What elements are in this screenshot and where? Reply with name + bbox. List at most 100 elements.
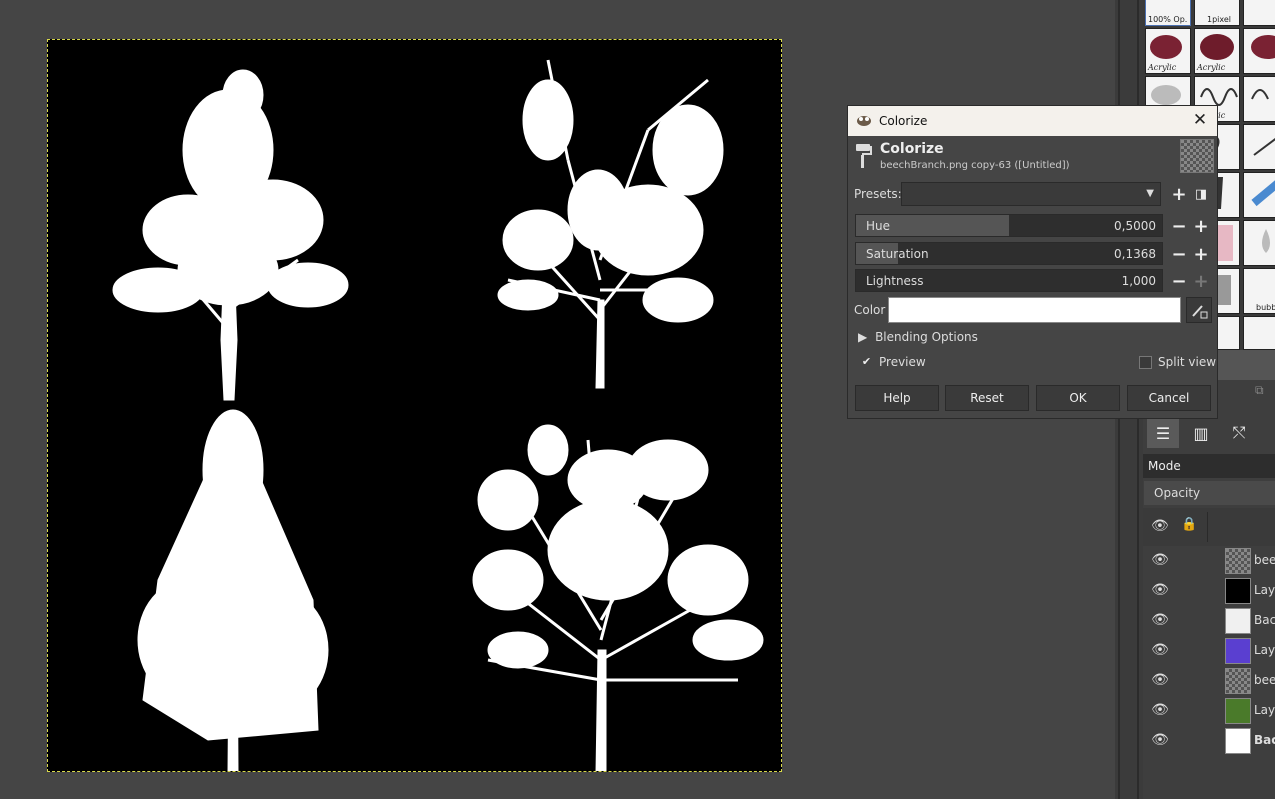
layer-name: beec — [1254, 673, 1275, 687]
brush-stroke-icon — [1200, 34, 1234, 60]
cancel-button[interactable]: Cancel — [1127, 385, 1211, 411]
paths-icon: ⤲ — [1232, 423, 1246, 442]
dialog-titlebar[interactable]: Colorize ✕ — [848, 106, 1217, 136]
eyedropper-icon — [1192, 305, 1208, 319]
brush-label: bubb — [1256, 303, 1275, 312]
layer-row[interactable]: 👁 beec — [1143, 546, 1275, 576]
brush-label: 1pixel — [1207, 15, 1232, 24]
brush-item[interactable] — [1243, 220, 1275, 266]
tree-4 — [472, 424, 764, 771]
visibility-eye-icon[interactable]: 👁 — [1151, 642, 1169, 660]
add-preset-icon[interactable]: + — [1169, 184, 1189, 205]
visibility-eye-icon[interactable]: 👁 — [1151, 702, 1169, 720]
preview-checkbox[interactable]: ✔ — [860, 356, 873, 369]
visibility-eye-icon[interactable]: 👁 — [1151, 612, 1169, 630]
presets-label: Presets: — [854, 187, 902, 201]
layer-thumbnail — [1225, 638, 1251, 664]
visibility-eye-icon[interactable]: 👁 — [1151, 582, 1169, 600]
presets-dropdown[interactable]: ▼ — [901, 182, 1161, 206]
layer-row[interactable]: 👁 Laye — [1143, 696, 1275, 726]
brush-item[interactable]: Acrylic — [1145, 28, 1191, 74]
preset-menu-icon[interactable]: ◨ — [1191, 184, 1211, 204]
layer-name: Back — [1254, 613, 1275, 627]
visibility-eye-icon[interactable]: 👁 — [1151, 552, 1169, 570]
visibility-eye-icon[interactable]: 👁 — [1151, 732, 1169, 750]
expand-triangle-icon: ▶ — [858, 330, 868, 344]
lightness-slider[interactable]: Lightness 1,000 — [855, 269, 1163, 292]
preview-toggle[interactable]: ✔ Preview — [860, 355, 926, 369]
dialog-header-title: Colorize — [880, 141, 944, 157]
blending-options-expander[interactable]: ▶ Blending Options — [858, 330, 978, 344]
layer-name: Back — [1254, 733, 1275, 747]
tab-channels[interactable]: ▥ — [1185, 418, 1217, 448]
duplicate-icon[interactable]: ⧉ — [1255, 383, 1264, 398]
saturation-label: Saturation — [866, 247, 929, 261]
brush-item[interactable]: 1pixel — [1194, 0, 1240, 26]
brush-stroke-icon — [1251, 180, 1275, 207]
preview-label: Preview — [879, 355, 926, 369]
layer-thumbnail — [1225, 608, 1251, 634]
split-view-checkbox[interactable] — [1139, 355, 1152, 369]
color-picker-button[interactable] — [1186, 297, 1212, 323]
tab-paths[interactable]: ⤲ — [1223, 418, 1255, 448]
layer-opacity-slider[interactable]: Opacity — [1144, 481, 1275, 505]
layers-icon: ☰ — [1155, 423, 1171, 443]
eye-icon[interactable]: 👁 — [1151, 518, 1169, 534]
brush-item[interactable]: Acrylic — [1194, 28, 1240, 74]
layer-mode-select[interactable]: Mode — [1143, 454, 1275, 478]
dialog-title: Colorize — [879, 114, 928, 128]
brush-item[interactable]: 100% Op. — [1145, 0, 1191, 26]
lock-icon[interactable]: 🔒 — [1181, 517, 1197, 532]
brush-item[interactable] — [1243, 76, 1275, 122]
help-button[interactable]: Help — [855, 385, 939, 411]
saturation-decrease-button[interactable]: − — [1169, 244, 1189, 265]
close-icon[interactable]: ✕ — [1191, 111, 1209, 129]
chevron-down-icon: ▼ — [1146, 188, 1154, 199]
brush-label: Acrylic — [1148, 63, 1177, 72]
brush-label: Acrylic — [1197, 63, 1226, 72]
ok-button[interactable]: OK — [1036, 385, 1120, 411]
brush-stroke-icon — [1251, 35, 1275, 59]
hue-decrease-button[interactable]: − — [1169, 216, 1189, 237]
visibility-eye-icon[interactable]: 👁 — [1151, 672, 1169, 690]
reset-button[interactable]: Reset — [945, 385, 1029, 411]
saturation-value: 0,1368 — [1114, 247, 1156, 261]
image-canvas[interactable] — [47, 39, 782, 772]
tree-1 — [112, 69, 349, 401]
layer-row[interactable]: 👁 Laye — [1143, 576, 1275, 606]
tree-silhouettes — [112, 59, 764, 771]
layer-name: Laye — [1254, 583, 1275, 597]
hue-value: 0,5000 — [1114, 219, 1156, 233]
layer-row[interactable]: 👁 beec — [1143, 666, 1275, 696]
tab-layers[interactable]: ☰ — [1147, 418, 1179, 448]
dock-tabs: ☰ ▥ ⤲ — [1143, 415, 1275, 451]
colorize-dialog: Colorize ✕ Colorize beechBranch.png copy… — [847, 105, 1218, 419]
lightness-decrease-button[interactable]: − — [1169, 271, 1189, 292]
brush-item[interactable] — [1243, 316, 1275, 350]
hue-slider[interactable]: Hue 0,5000 — [855, 214, 1163, 237]
split-view-toggle[interactable]: Split view — [1139, 355, 1216, 369]
layer-row[interactable]: 👁 Laye — [1143, 636, 1275, 666]
gimp-icon — [857, 116, 871, 126]
saturation-slider[interactable]: Saturation 0,1368 — [855, 242, 1163, 265]
brush-item[interactable] — [1243, 28, 1275, 74]
brush-item[interactable] — [1243, 172, 1275, 218]
split-view-label: Split view — [1158, 355, 1217, 369]
saturation-increase-button[interactable]: + — [1191, 244, 1211, 265]
hue-increase-button[interactable]: + — [1191, 216, 1211, 237]
lightness-increase-button[interactable]: + — [1191, 271, 1211, 292]
lightness-value: 1,000 — [1121, 274, 1156, 288]
brush-item[interactable] — [1243, 124, 1275, 170]
color-swatch-button[interactable] — [888, 297, 1181, 323]
layer-row[interactable]: 👁 Back — [1143, 726, 1275, 756]
brush-label: 100% Op. — [1148, 15, 1188, 24]
color-label: Color — [854, 303, 886, 317]
lightness-label: Lightness — [866, 274, 924, 288]
brush-item[interactable]: bubb — [1243, 268, 1275, 314]
brush-item[interactable] — [1243, 0, 1275, 26]
blending-options-label: Blending Options — [875, 330, 978, 344]
brush-stroke-icon — [1251, 89, 1269, 100]
layer-thumbnail — [1225, 698, 1251, 724]
layer-row[interactable]: 👁 Back — [1143, 606, 1275, 636]
layer-thumbnail — [1225, 578, 1251, 604]
